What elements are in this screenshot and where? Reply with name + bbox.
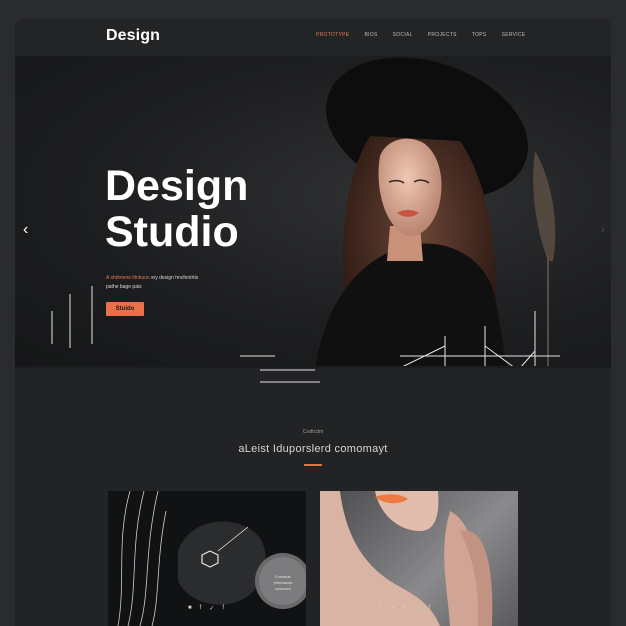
- hero-text-line2: pathe bage pais: [106, 284, 142, 290]
- section-eyebrow: Craftcdm: [302, 429, 324, 435]
- cta-button[interactable]: Stuido: [106, 302, 144, 316]
- card-social-icons: f ✦ b ◯ f: [380, 605, 430, 612]
- check-icon[interactable]: ✓: [209, 605, 214, 612]
- f-icon[interactable]: f: [380, 605, 382, 612]
- section-title: aLeist Iduporslerd comomayt: [238, 443, 388, 455]
- hero-section: ‹ › Design Studio A shdmene litnkaon sry…: [15, 56, 611, 368]
- hero-title: Design Studio: [105, 163, 248, 255]
- nav-item-bios[interactable]: BIOS: [364, 32, 377, 38]
- square-icon[interactable]: ■: [188, 605, 192, 612]
- portfolio-card[interactable]: Ecoasde prtemacas cosmesn ■ f ✓ f: [108, 491, 306, 626]
- header: Design PROTOTYPE BIOS SOCIAL PROJECTS TO…: [15, 18, 611, 56]
- chevron-left-icon[interactable]: ‹: [23, 222, 28, 238]
- f-icon[interactable]: f: [200, 605, 202, 612]
- chevron-right-icon[interactable]: ›: [601, 222, 611, 238]
- line-divider: [260, 369, 320, 383]
- page-frame: Design PROTOTYPE BIOS SOCIAL PROJECTS TO…: [15, 18, 611, 626]
- nav-item-service[interactable]: SERVICE: [502, 32, 526, 38]
- portfolio-card[interactable]: f ✦ b ◯ f: [320, 491, 518, 626]
- card-social-icons: ■ f ✓ f: [188, 605, 224, 612]
- nav-item-prototype[interactable]: PROTOTYPE: [316, 32, 349, 38]
- main-nav: PROTOTYPE BIOS SOCIAL PROJECTS TOPS SERV…: [316, 32, 526, 38]
- logo[interactable]: Design: [106, 27, 160, 45]
- nav-item-social[interactable]: SOCIAL: [393, 32, 413, 38]
- f-icon[interactable]: f: [222, 605, 224, 612]
- instagram-icon[interactable]: ◯: [414, 605, 421, 612]
- card-badge-line3: cosmesn: [274, 586, 291, 591]
- b-icon[interactable]: b: [403, 605, 406, 612]
- nav-item-projects[interactable]: PROJECTS: [428, 32, 457, 38]
- hero-text-rest: sry design hncfentrtis: [149, 275, 199, 281]
- hero-title-line1: Design: [105, 162, 249, 210]
- hero-text-accent: A shdmene litnkaon: [106, 275, 150, 281]
- nav-item-tops[interactable]: TOPS: [472, 32, 487, 38]
- twitter-icon[interactable]: ✦: [390, 605, 395, 612]
- section-accent-rule: [304, 464, 322, 466]
- hero-description: A shdmene litnkaon sry design hncfentrti…: [106, 274, 266, 292]
- hero-title-line2: Studio: [105, 208, 239, 256]
- f-icon[interactable]: f: [429, 605, 431, 612]
